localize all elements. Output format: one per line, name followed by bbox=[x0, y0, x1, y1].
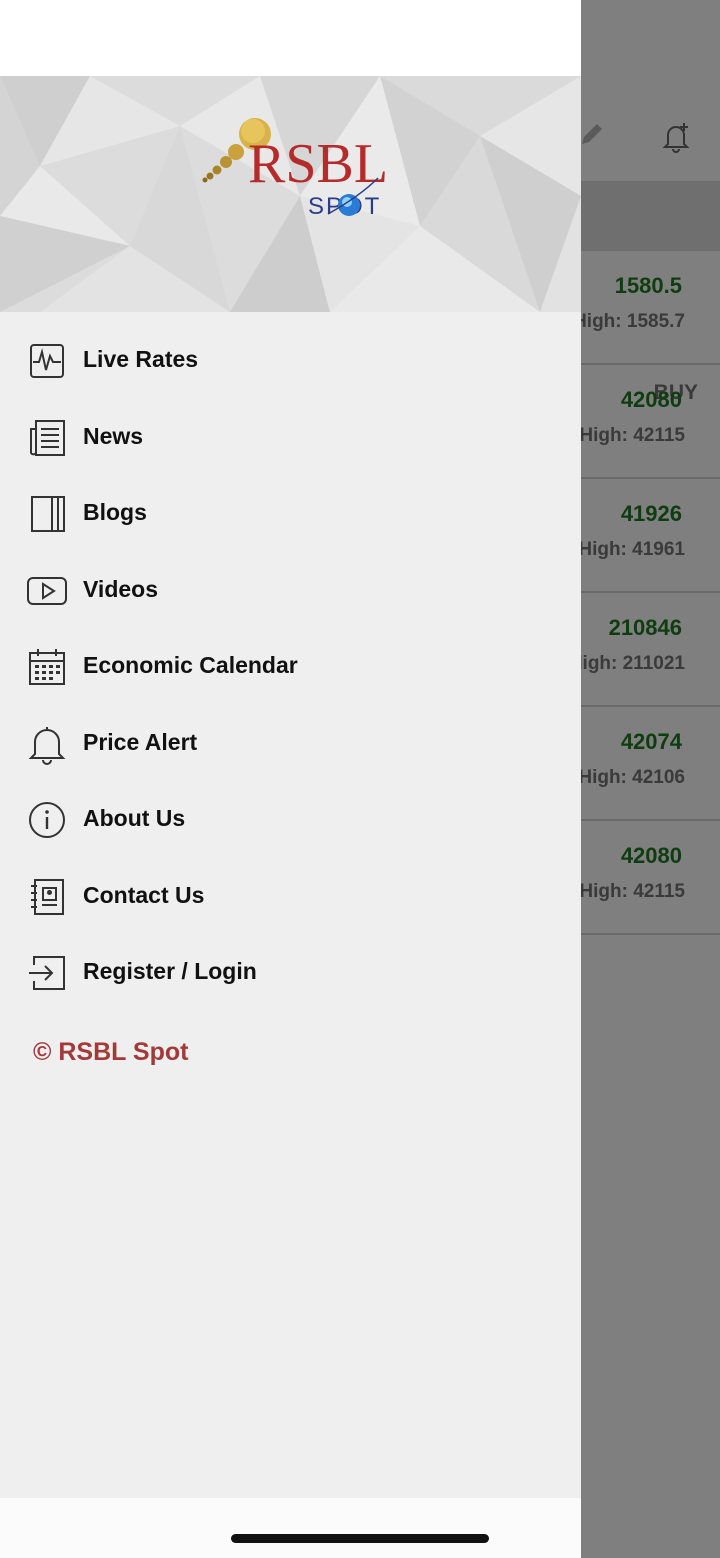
menu-item-label: Blogs bbox=[83, 499, 147, 525]
buy-price: 41926 bbox=[620, 501, 682, 526]
menu-item-price-alert[interactable]: Price Alert bbox=[0, 705, 581, 782]
menu-item-label: News bbox=[83, 422, 144, 449]
add-alert-bell-icon[interactable] bbox=[660, 120, 692, 154]
buy-price: 210846 bbox=[608, 615, 682, 640]
home-indicator[interactable] bbox=[231, 1534, 489, 1543]
info-icon bbox=[29, 802, 65, 838]
menu-item-news[interactable]: News bbox=[0, 399, 581, 476]
high-value: High: 41961 bbox=[578, 539, 685, 560]
menu-item-label: Economic Calendar bbox=[83, 652, 298, 678]
menu-item-about-us[interactable]: About Us bbox=[0, 781, 581, 858]
menu-item-register-login[interactable]: Register / Login bbox=[0, 934, 581, 1011]
high-value: High: 42115 bbox=[579, 881, 685, 902]
status-bar-area bbox=[0, 0, 581, 76]
menu-item-label: Live Rates bbox=[83, 346, 199, 372]
high-value: High: 42115 bbox=[579, 425, 685, 446]
buy-price: 1580.5 bbox=[614, 273, 682, 298]
menu-item-contact-us[interactable]: Contact Us bbox=[0, 858, 581, 935]
logo-brand-text: RSBL bbox=[248, 133, 385, 195]
navigation-drawer: RSBL SPOT Live Rates News bbox=[0, 0, 581, 1558]
login-icon bbox=[29, 956, 65, 990]
contact-card-icon bbox=[31, 878, 64, 915]
menu-item-live-rates[interactable]: Live Rates bbox=[0, 322, 581, 399]
buy-price: 42080 bbox=[620, 843, 682, 868]
menu-item-economic-calendar[interactable]: Economic Calendar bbox=[0, 628, 581, 705]
news-icon bbox=[30, 419, 65, 456]
buy-price: 42074 bbox=[620, 729, 682, 754]
play-icon bbox=[27, 576, 67, 605]
bell-icon bbox=[28, 726, 66, 765]
high-value: High: 211021 bbox=[568, 653, 685, 674]
drawer-header-banner: RSBL SPOT bbox=[0, 76, 581, 312]
high-value: High: 1585.7 bbox=[573, 311, 685, 332]
menu-item-label: Register / Login bbox=[83, 958, 257, 984]
copyright-text: © RSBL Spot bbox=[33, 1038, 189, 1066]
high-value: High: 42106 bbox=[578, 767, 685, 788]
drawer-menu: Live Rates News Blogs Videos Economic Ca… bbox=[0, 322, 581, 1011]
menu-item-label: Videos bbox=[83, 575, 158, 602]
menu-item-videos[interactable]: Videos bbox=[0, 552, 581, 629]
menu-item-label: About Us bbox=[83, 805, 186, 831]
book-icon bbox=[31, 496, 65, 532]
calendar-icon bbox=[29, 649, 65, 685]
rsbl-spot-logo: RSBL SPOT bbox=[202, 118, 385, 220]
buy-price: 42080 bbox=[620, 387, 682, 412]
menu-item-blogs[interactable]: Blogs bbox=[0, 475, 581, 552]
menu-item-label: Price Alert bbox=[83, 728, 198, 755]
menu-item-label: Contact Us bbox=[83, 881, 205, 908]
drawer-bottom-area bbox=[0, 1498, 581, 1558]
pulse-icon bbox=[30, 344, 64, 378]
pencil-icon[interactable] bbox=[578, 120, 606, 148]
